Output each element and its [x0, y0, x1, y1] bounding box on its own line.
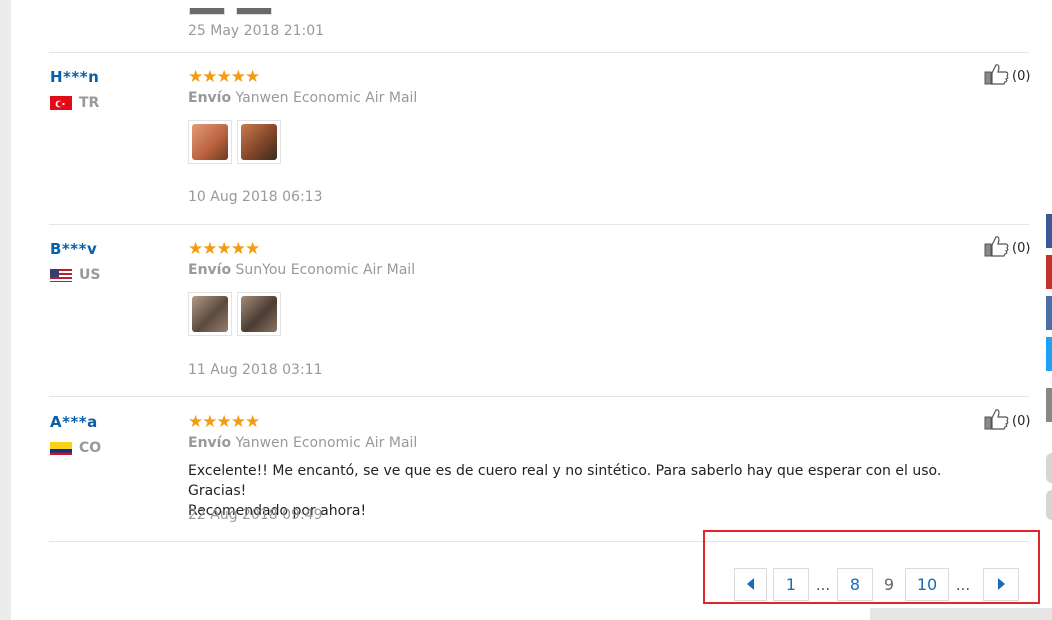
- divider: [49, 396, 1029, 397]
- review-photos: [188, 120, 286, 164]
- helpful-button[interactable]: (0): [984, 63, 1030, 89]
- flag-tr-icon: [50, 96, 72, 110]
- pinterest-share-button[interactable]: [1046, 255, 1052, 289]
- review-text-line: Excelente!! Me encantó, se ve que es de …: [188, 463, 942, 499]
- shipping-label: Envío: [188, 435, 232, 451]
- review-date: 11 Aug 2018 03:11: [188, 362, 323, 378]
- thumbs-up-icon: [984, 63, 1012, 89]
- helpful-count: (0): [1012, 240, 1031, 256]
- star-rating: ★★★★★: [188, 67, 260, 87]
- star-rating: ★★★★★: [188, 239, 260, 259]
- helpful-button[interactable]: (0): [984, 235, 1030, 261]
- prev-page-icon: [746, 575, 756, 594]
- shipping-method: SunYou Economic Air Mail: [235, 262, 416, 278]
- review-photo[interactable]: [188, 292, 232, 336]
- previous-review-thumbnails[interactable]: [189, 0, 283, 15]
- previous-review-date: 25 May 2018 21:01: [188, 23, 325, 39]
- pagination-ellipsis: ...: [815, 575, 831, 594]
- shipping-method: Yanwen Economic Air Mail: [235, 435, 418, 451]
- review-photos: [188, 292, 286, 336]
- reviewer-name: A***a: [50, 413, 98, 431]
- reviewer-country: TR: [50, 95, 99, 111]
- next-page-icon: [996, 575, 1006, 594]
- reviewer-country: US: [50, 267, 100, 283]
- shipping-info: Envío Yanwen Economic Air Mail: [188, 90, 417, 106]
- divider: [49, 52, 1029, 53]
- scroll-widget[interactable]: [1046, 490, 1052, 520]
- reviewer-country: CO: [50, 440, 101, 456]
- twitter-share-button[interactable]: [1046, 337, 1052, 371]
- flag-co-icon: [50, 441, 72, 455]
- page-1-link[interactable]: 1: [773, 568, 809, 601]
- left-gutter: [0, 0, 11, 620]
- shipping-info: Envío SunYou Economic Air Mail: [188, 262, 415, 278]
- thumbs-up-icon: [984, 235, 1012, 261]
- next-page-button[interactable]: [983, 568, 1019, 601]
- review-date: 10 Aug 2018 06:13: [188, 189, 323, 205]
- current-page: 9: [883, 575, 895, 594]
- flag-us-icon: [50, 268, 72, 282]
- vk-share-button[interactable]: [1046, 296, 1052, 330]
- helpful-count: (0): [1012, 68, 1031, 84]
- divider: [49, 224, 1029, 225]
- helpful-count: (0): [1012, 413, 1031, 429]
- review-date: 22 Aug 2018 09:49: [188, 507, 323, 523]
- divider: [49, 541, 1029, 542]
- thumbs-up-icon: [984, 408, 1012, 434]
- review-photo[interactable]: [237, 292, 281, 336]
- page-8-link[interactable]: 8: [837, 568, 873, 601]
- prev-page-button[interactable]: [734, 568, 767, 601]
- shipping-label: Envío: [188, 262, 232, 278]
- scroll-widget[interactable]: [1046, 453, 1052, 483]
- reviewer-name: B***v: [50, 240, 98, 258]
- reviewer-name: H***n: [50, 68, 100, 86]
- shipping-method: Yanwen Economic Air Mail: [235, 90, 418, 106]
- page-10-link[interactable]: 10: [905, 568, 949, 601]
- review-photo[interactable]: [188, 120, 232, 164]
- helpful-button[interactable]: (0): [984, 408, 1030, 434]
- facebook-share-button[interactable]: [1046, 214, 1052, 248]
- pagination-ellipsis: ...: [955, 575, 971, 594]
- shipping-info: Envío Yanwen Economic Air Mail: [188, 435, 417, 451]
- more-share-button[interactable]: [1046, 388, 1052, 422]
- review-photo[interactable]: [237, 120, 281, 164]
- country-code: US: [79, 267, 101, 283]
- star-rating: ★★★★★: [188, 412, 260, 432]
- pagination: 1 ... 8 9 10 ...: [734, 568, 1019, 601]
- shipping-label: Envío: [188, 90, 232, 106]
- bottom-strip: [870, 608, 1052, 620]
- country-code: TR: [79, 95, 100, 111]
- country-code: CO: [79, 440, 102, 456]
